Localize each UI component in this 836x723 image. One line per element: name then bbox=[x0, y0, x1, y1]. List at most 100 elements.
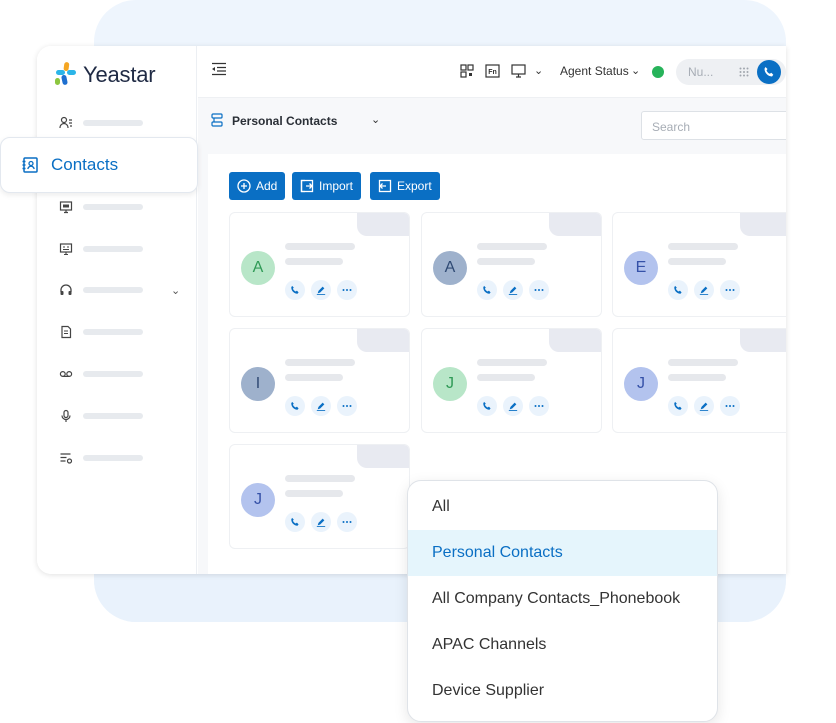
edit-icon bbox=[508, 286, 518, 295]
dropdown-option-all-company-contacts[interactable]: All Company Contacts_Phonebook bbox=[408, 576, 717, 622]
contact-name-placeholder bbox=[668, 359, 738, 366]
sidebar-item-label-placeholder bbox=[83, 287, 143, 293]
sidebar-item-call-center[interactable] bbox=[59, 283, 143, 297]
contact-card[interactable]: A bbox=[229, 212, 410, 317]
monitor-icon bbox=[59, 201, 73, 214]
contact-card[interactable]: A bbox=[421, 212, 602, 317]
contact-card[interactable]: J bbox=[612, 328, 786, 433]
sidebar-item-users[interactable] bbox=[59, 116, 143, 130]
contact-detail-placeholder bbox=[668, 374, 726, 381]
call-button[interactable] bbox=[757, 60, 781, 84]
edit-contact-button[interactable] bbox=[503, 396, 523, 416]
phone-icon bbox=[674, 401, 682, 410]
dropdown-option-device-supplier[interactable]: Device Supplier bbox=[408, 668, 717, 714]
more-options-button[interactable] bbox=[529, 280, 549, 300]
qr-code-icon[interactable] bbox=[460, 64, 474, 78]
sidebar-item-wallboard[interactable] bbox=[59, 242, 143, 256]
edit-icon bbox=[316, 402, 326, 411]
dialpad-icon[interactable] bbox=[739, 67, 749, 77]
edit-contact-button[interactable] bbox=[311, 512, 331, 532]
call-contact-button[interactable] bbox=[477, 396, 497, 416]
contact-card[interactable]: J bbox=[421, 328, 602, 433]
call-contact-button[interactable] bbox=[477, 280, 497, 300]
sidebar: Yeastar ⌄ bbox=[37, 46, 197, 574]
agent-status-dropdown[interactable]: Agent Status bbox=[560, 64, 629, 78]
edit-contact-button[interactable] bbox=[694, 280, 714, 300]
chevron-down-icon[interactable]: ⌄ bbox=[371, 113, 380, 126]
phonebook-selector[interactable]: Personal Contacts bbox=[232, 114, 337, 128]
contact-card[interactable]: E bbox=[612, 212, 786, 317]
sidebar-item-settings[interactable] bbox=[59, 451, 143, 465]
contact-name-placeholder bbox=[477, 243, 547, 250]
phone-icon bbox=[764, 67, 774, 77]
search-input[interactable]: Search bbox=[641, 111, 786, 140]
edit-contact-button[interactable] bbox=[694, 396, 714, 416]
card-corner-tag bbox=[357, 329, 409, 352]
chevron-down-icon[interactable]: ⌄ bbox=[631, 64, 640, 77]
sidebar-item-label-placeholder bbox=[83, 120, 143, 126]
voicemail-icon bbox=[59, 370, 73, 378]
more-icon bbox=[725, 289, 735, 291]
call-contact-button[interactable] bbox=[285, 396, 305, 416]
call-contact-button[interactable] bbox=[668, 280, 688, 300]
contact-avatar: I bbox=[241, 367, 275, 401]
export-button[interactable]: Export bbox=[370, 172, 440, 200]
card-corner-tag bbox=[549, 329, 601, 352]
more-options-button[interactable] bbox=[720, 396, 740, 416]
sidebar-item-label-placeholder bbox=[83, 455, 143, 461]
card-corner-tag bbox=[357, 213, 409, 236]
sidebar-item-label-placeholder bbox=[83, 204, 143, 210]
edit-icon bbox=[508, 402, 518, 411]
sidebar-item-recordings[interactable] bbox=[59, 409, 143, 423]
contact-name-placeholder bbox=[285, 243, 355, 250]
more-icon bbox=[534, 405, 544, 407]
import-icon bbox=[300, 179, 314, 193]
microphone-icon bbox=[61, 409, 71, 422]
more-options-button[interactable] bbox=[337, 512, 357, 532]
sidebar-item-label-placeholder bbox=[83, 246, 143, 252]
contact-avatar: A bbox=[241, 251, 275, 285]
sidebar-item-reports[interactable] bbox=[59, 325, 143, 339]
sidebar-item-monitor[interactable] bbox=[59, 200, 143, 214]
desktop-icon[interactable] bbox=[511, 64, 526, 78]
import-button-label: Import bbox=[319, 179, 354, 193]
chevron-down-icon[interactable]: ⌄ bbox=[171, 284, 180, 297]
chevron-down-icon[interactable]: ⌄ bbox=[534, 64, 543, 77]
status-online-icon bbox=[652, 66, 664, 78]
more-options-button[interactable] bbox=[337, 396, 357, 416]
more-icon bbox=[342, 289, 352, 291]
contact-avatar: J bbox=[624, 367, 658, 401]
more-options-button[interactable] bbox=[337, 280, 357, 300]
edit-contact-button[interactable] bbox=[503, 280, 523, 300]
collapse-menu-icon[interactable] bbox=[211, 62, 227, 76]
headset-icon bbox=[60, 284, 72, 295]
call-contact-button[interactable] bbox=[285, 280, 305, 300]
phone-icon bbox=[674, 285, 682, 294]
dropdown-option-apac-channels[interactable]: APAC Channels bbox=[408, 622, 717, 668]
phone-icon bbox=[291, 517, 299, 526]
dropdown-option-personal-contacts[interactable]: Personal Contacts bbox=[408, 530, 717, 576]
export-icon bbox=[378, 179, 392, 193]
add-button[interactable]: Add bbox=[229, 172, 286, 200]
edit-contact-button[interactable] bbox=[311, 280, 331, 300]
settings-list-icon bbox=[60, 453, 73, 464]
sidebar-item-contacts[interactable]: Contacts bbox=[0, 137, 198, 193]
contact-detail-placeholder bbox=[477, 258, 535, 265]
contact-card[interactable]: I bbox=[229, 328, 410, 433]
contact-detail-placeholder bbox=[285, 374, 343, 381]
wallboard-icon bbox=[59, 243, 73, 256]
add-button-label: Add bbox=[256, 179, 278, 193]
phonebook-switch-icon[interactable] bbox=[211, 113, 223, 127]
sidebar-item-voicemail[interactable] bbox=[59, 367, 143, 381]
edit-contact-button[interactable] bbox=[311, 396, 331, 416]
dropdown-option-all[interactable]: All bbox=[408, 484, 717, 530]
contact-detail-placeholder bbox=[477, 374, 535, 381]
function-key-icon[interactable]: Fn bbox=[485, 64, 500, 78]
add-circle-icon bbox=[237, 179, 251, 193]
call-contact-button[interactable] bbox=[668, 396, 688, 416]
call-contact-button[interactable] bbox=[285, 512, 305, 532]
more-options-button[interactable] bbox=[529, 396, 549, 416]
contact-card[interactable]: J bbox=[229, 444, 410, 549]
more-options-button[interactable] bbox=[720, 280, 740, 300]
import-button[interactable]: Import bbox=[292, 172, 362, 200]
